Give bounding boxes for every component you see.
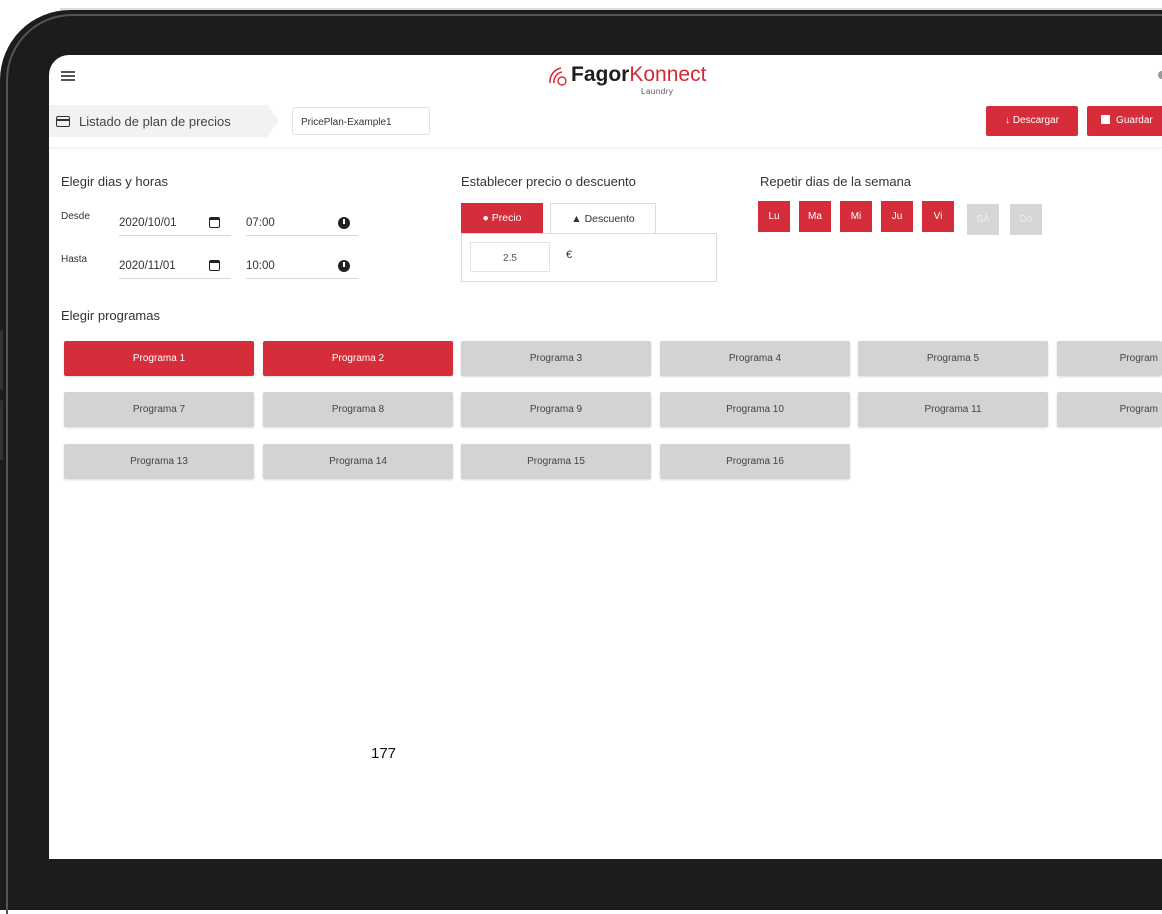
volume-button (0, 330, 3, 390)
price-input[interactable]: 2.5 (470, 242, 550, 272)
program-button[interactable]: Programa 16 (660, 444, 850, 479)
to-label: Hasta (61, 254, 88, 265)
to-time-value: 10:00 (246, 260, 275, 272)
program-button[interactable]: Programa 15 (461, 444, 651, 479)
weekday-button[interactable]: SÁ (967, 204, 999, 235)
header-right-control[interactable] (1158, 71, 1162, 79)
save-label: Guardar (1116, 115, 1153, 126)
program-button[interactable]: Program (1057, 392, 1162, 427)
to-date-field[interactable]: 2020/11/01 (119, 251, 231, 279)
to-date-value: 2020/11/01 (119, 260, 176, 272)
brand-name-light: Konnect (629, 63, 707, 86)
page-number: 177 (371, 745, 397, 762)
from-date-field[interactable]: 2020/10/01 (119, 208, 231, 236)
clock-icon[interactable] (338, 260, 350, 272)
schedule-title: Elegir dias y horas (61, 174, 168, 189)
download-button[interactable]: ↓ Descargar (986, 106, 1078, 136)
program-button[interactable]: Programa 8 (263, 392, 453, 427)
clock-icon[interactable] (338, 217, 350, 229)
arrow-down-icon: ↓ (1005, 115, 1011, 126)
save-button[interactable]: Guardar (1087, 106, 1162, 136)
tablet-frame: FagorKonnect Laundry Listado de plan de … (0, 0, 1162, 914)
brand-subtitle: Laundry (641, 87, 674, 96)
from-date-value: 2020/10/01 (119, 217, 177, 229)
price-title: Establecer precio o descuento (461, 174, 636, 189)
floppy-disk-icon (1101, 115, 1111, 124)
calendar-icon[interactable] (209, 217, 220, 228)
from-time-field[interactable]: 07:00 (246, 208, 358, 236)
program-button[interactable]: Programa 5 (858, 341, 1048, 376)
brand-name-bold: Fagor (571, 63, 630, 86)
app-screen: FagorKonnect Laundry Listado de plan de … (49, 55, 1162, 859)
plan-name-field[interactable]: PricePlan-Example1 (292, 107, 430, 135)
tab-price[interactable]: ● Precio (461, 203, 543, 233)
program-button[interactable]: Programa 3 (461, 341, 651, 376)
program-button[interactable]: Programa 11 (858, 392, 1048, 427)
tab-price-label: Precio (491, 212, 522, 224)
weekday-button[interactable]: Ma (799, 201, 831, 232)
tab-discount-label: Descuento (584, 213, 635, 225)
weekday-button[interactable]: Ju (881, 201, 913, 232)
program-button[interactable]: Programa 14 (263, 444, 453, 479)
weekday-button[interactable]: Lu (758, 201, 790, 232)
to-time-field[interactable]: 10:00 (246, 251, 358, 279)
breadcrumb-label: Listado de plan de precios (79, 114, 231, 129)
program-button[interactable]: Programa 10 (660, 392, 850, 427)
program-button[interactable]: Program (1057, 341, 1162, 376)
program-button[interactable]: Programa 13 (64, 444, 254, 479)
credit-card-icon (56, 116, 70, 127)
program-button[interactable]: Programa 4 (660, 341, 850, 376)
wifi-signal-icon (549, 67, 567, 86)
triangle-up-circle-icon: ▲ (571, 213, 582, 225)
price-panel: 2.5 € (461, 233, 717, 282)
weekday-button[interactable]: Vi (922, 201, 954, 232)
programs-title: Elegir programas (61, 308, 160, 323)
tab-discount[interactable]: ▲ Descuento (550, 203, 656, 233)
breadcrumb[interactable]: Listado de plan de precios (49, 105, 279, 137)
currency-symbol: € (566, 249, 573, 261)
program-button[interactable]: Programa 1 (64, 341, 254, 376)
download-label: Descargar (1012, 115, 1059, 126)
weekday-button[interactable]: Do (1010, 204, 1042, 235)
from-label: Desde (61, 211, 90, 222)
app-header: FagorKonnect Laundry (49, 55, 1162, 97)
toolbar: Listado de plan de precios PricePlan-Exa… (49, 97, 1162, 148)
from-time-value: 07:00 (246, 217, 275, 229)
program-button[interactable]: Programa 9 (461, 392, 651, 427)
program-button[interactable]: Programa 2 (263, 341, 453, 376)
calendar-icon[interactable] (209, 260, 220, 271)
program-button[interactable]: Programa 7 (64, 392, 254, 427)
hamburger-menu-icon[interactable] (61, 71, 75, 81)
tag-icon: ● (482, 212, 489, 224)
weekday-button[interactable]: Mi (840, 201, 872, 232)
repeat-title: Repetir dias de la semana (760, 174, 912, 189)
volume-button (0, 400, 3, 460)
